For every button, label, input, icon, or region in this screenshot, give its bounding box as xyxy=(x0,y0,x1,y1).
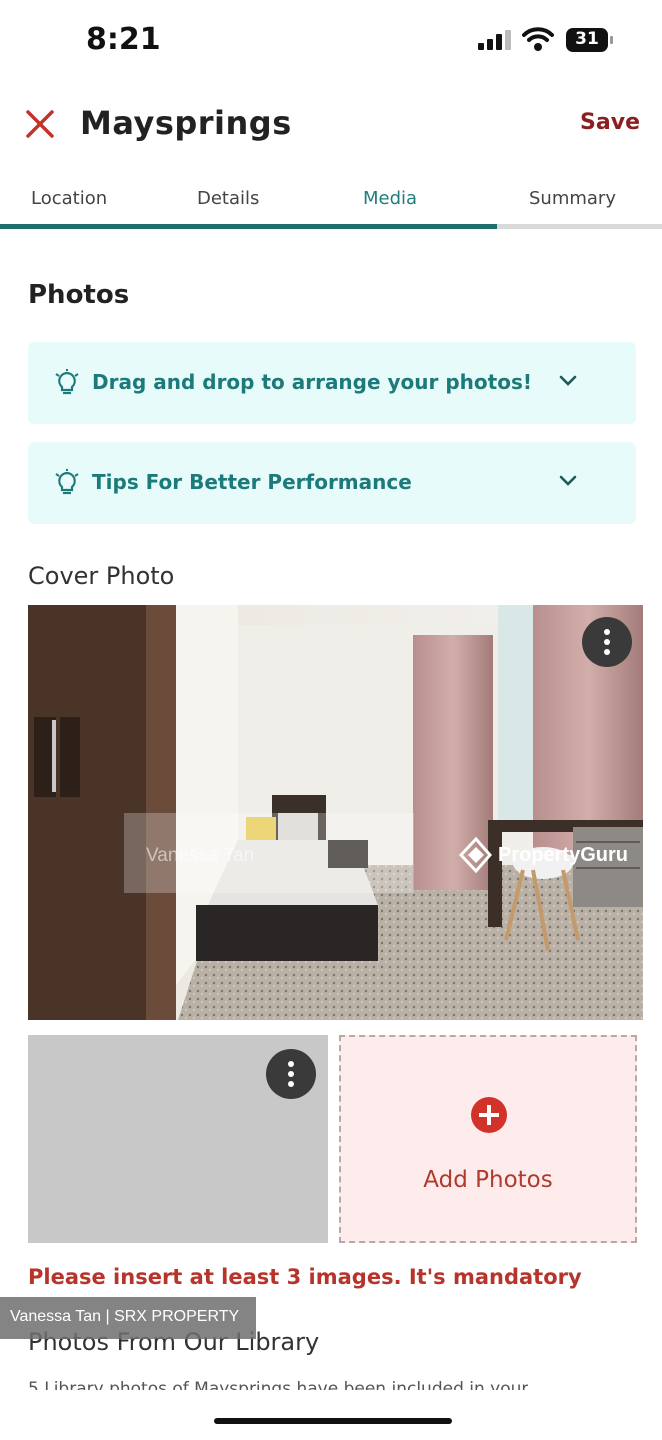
photo-thumbnail[interactable] xyxy=(28,1035,328,1243)
progress-fill xyxy=(0,224,497,229)
wifi-icon xyxy=(522,27,554,51)
cover-photo[interactable]: Vanessa Tan PropertyGuru xyxy=(28,605,643,1020)
photos-heading: Photos xyxy=(28,280,130,310)
add-photos-label: Add Photos xyxy=(423,1167,553,1193)
status-time: 8:21 xyxy=(86,22,161,57)
home-indicator xyxy=(214,1418,452,1424)
lightbulb-icon xyxy=(55,469,79,495)
save-button[interactable]: Save xyxy=(580,110,640,135)
error-message: Please insert at least 3 images. It's ma… xyxy=(28,1265,582,1289)
chevron-down-icon[interactable] xyxy=(558,374,578,388)
srx-watermark: Vanessa Tan | SRX PROPERTY xyxy=(0,1297,256,1339)
cover-photo-heading: Cover Photo xyxy=(28,562,175,590)
cover-watermark-left: Vanessa Tan xyxy=(146,845,255,866)
tab-bar: Location Details Media Summary xyxy=(0,180,662,232)
tip-card-performance[interactable]: Tips For Better Performance xyxy=(28,442,636,524)
chevron-down-icon[interactable] xyxy=(558,474,578,488)
add-circle-icon xyxy=(471,1097,507,1133)
library-subtext: 5 Library photos of Maysprings have been… xyxy=(28,1379,529,1390)
page-title: Maysprings xyxy=(80,104,292,142)
header: Maysprings Save xyxy=(0,90,662,160)
tab-media[interactable]: Media xyxy=(363,188,417,209)
tab-details[interactable]: Details xyxy=(197,188,259,209)
battery-icon: 31 xyxy=(566,28,614,52)
cellular-signal-icon xyxy=(478,30,511,50)
tip-text: Drag and drop to arrange your photos! xyxy=(92,370,532,394)
tab-location[interactable]: Location xyxy=(31,188,107,209)
close-icon[interactable] xyxy=(20,104,60,144)
tip-text: Tips For Better Performance xyxy=(92,470,412,494)
status-bar: 8:21 31 xyxy=(0,0,662,80)
lightbulb-icon xyxy=(55,369,79,395)
add-photos-button[interactable]: Add Photos xyxy=(339,1035,637,1243)
more-options-icon[interactable] xyxy=(266,1049,316,1099)
battery-level: 31 xyxy=(575,29,599,49)
tip-card-drag-drop[interactable]: Drag and drop to arrange your photos! xyxy=(28,342,636,424)
tab-summary[interactable]: Summary xyxy=(529,188,616,209)
cover-watermark-right: PropertyGuru xyxy=(498,844,629,866)
more-options-icon[interactable] xyxy=(582,617,632,667)
cover-photo-image xyxy=(28,605,643,1020)
